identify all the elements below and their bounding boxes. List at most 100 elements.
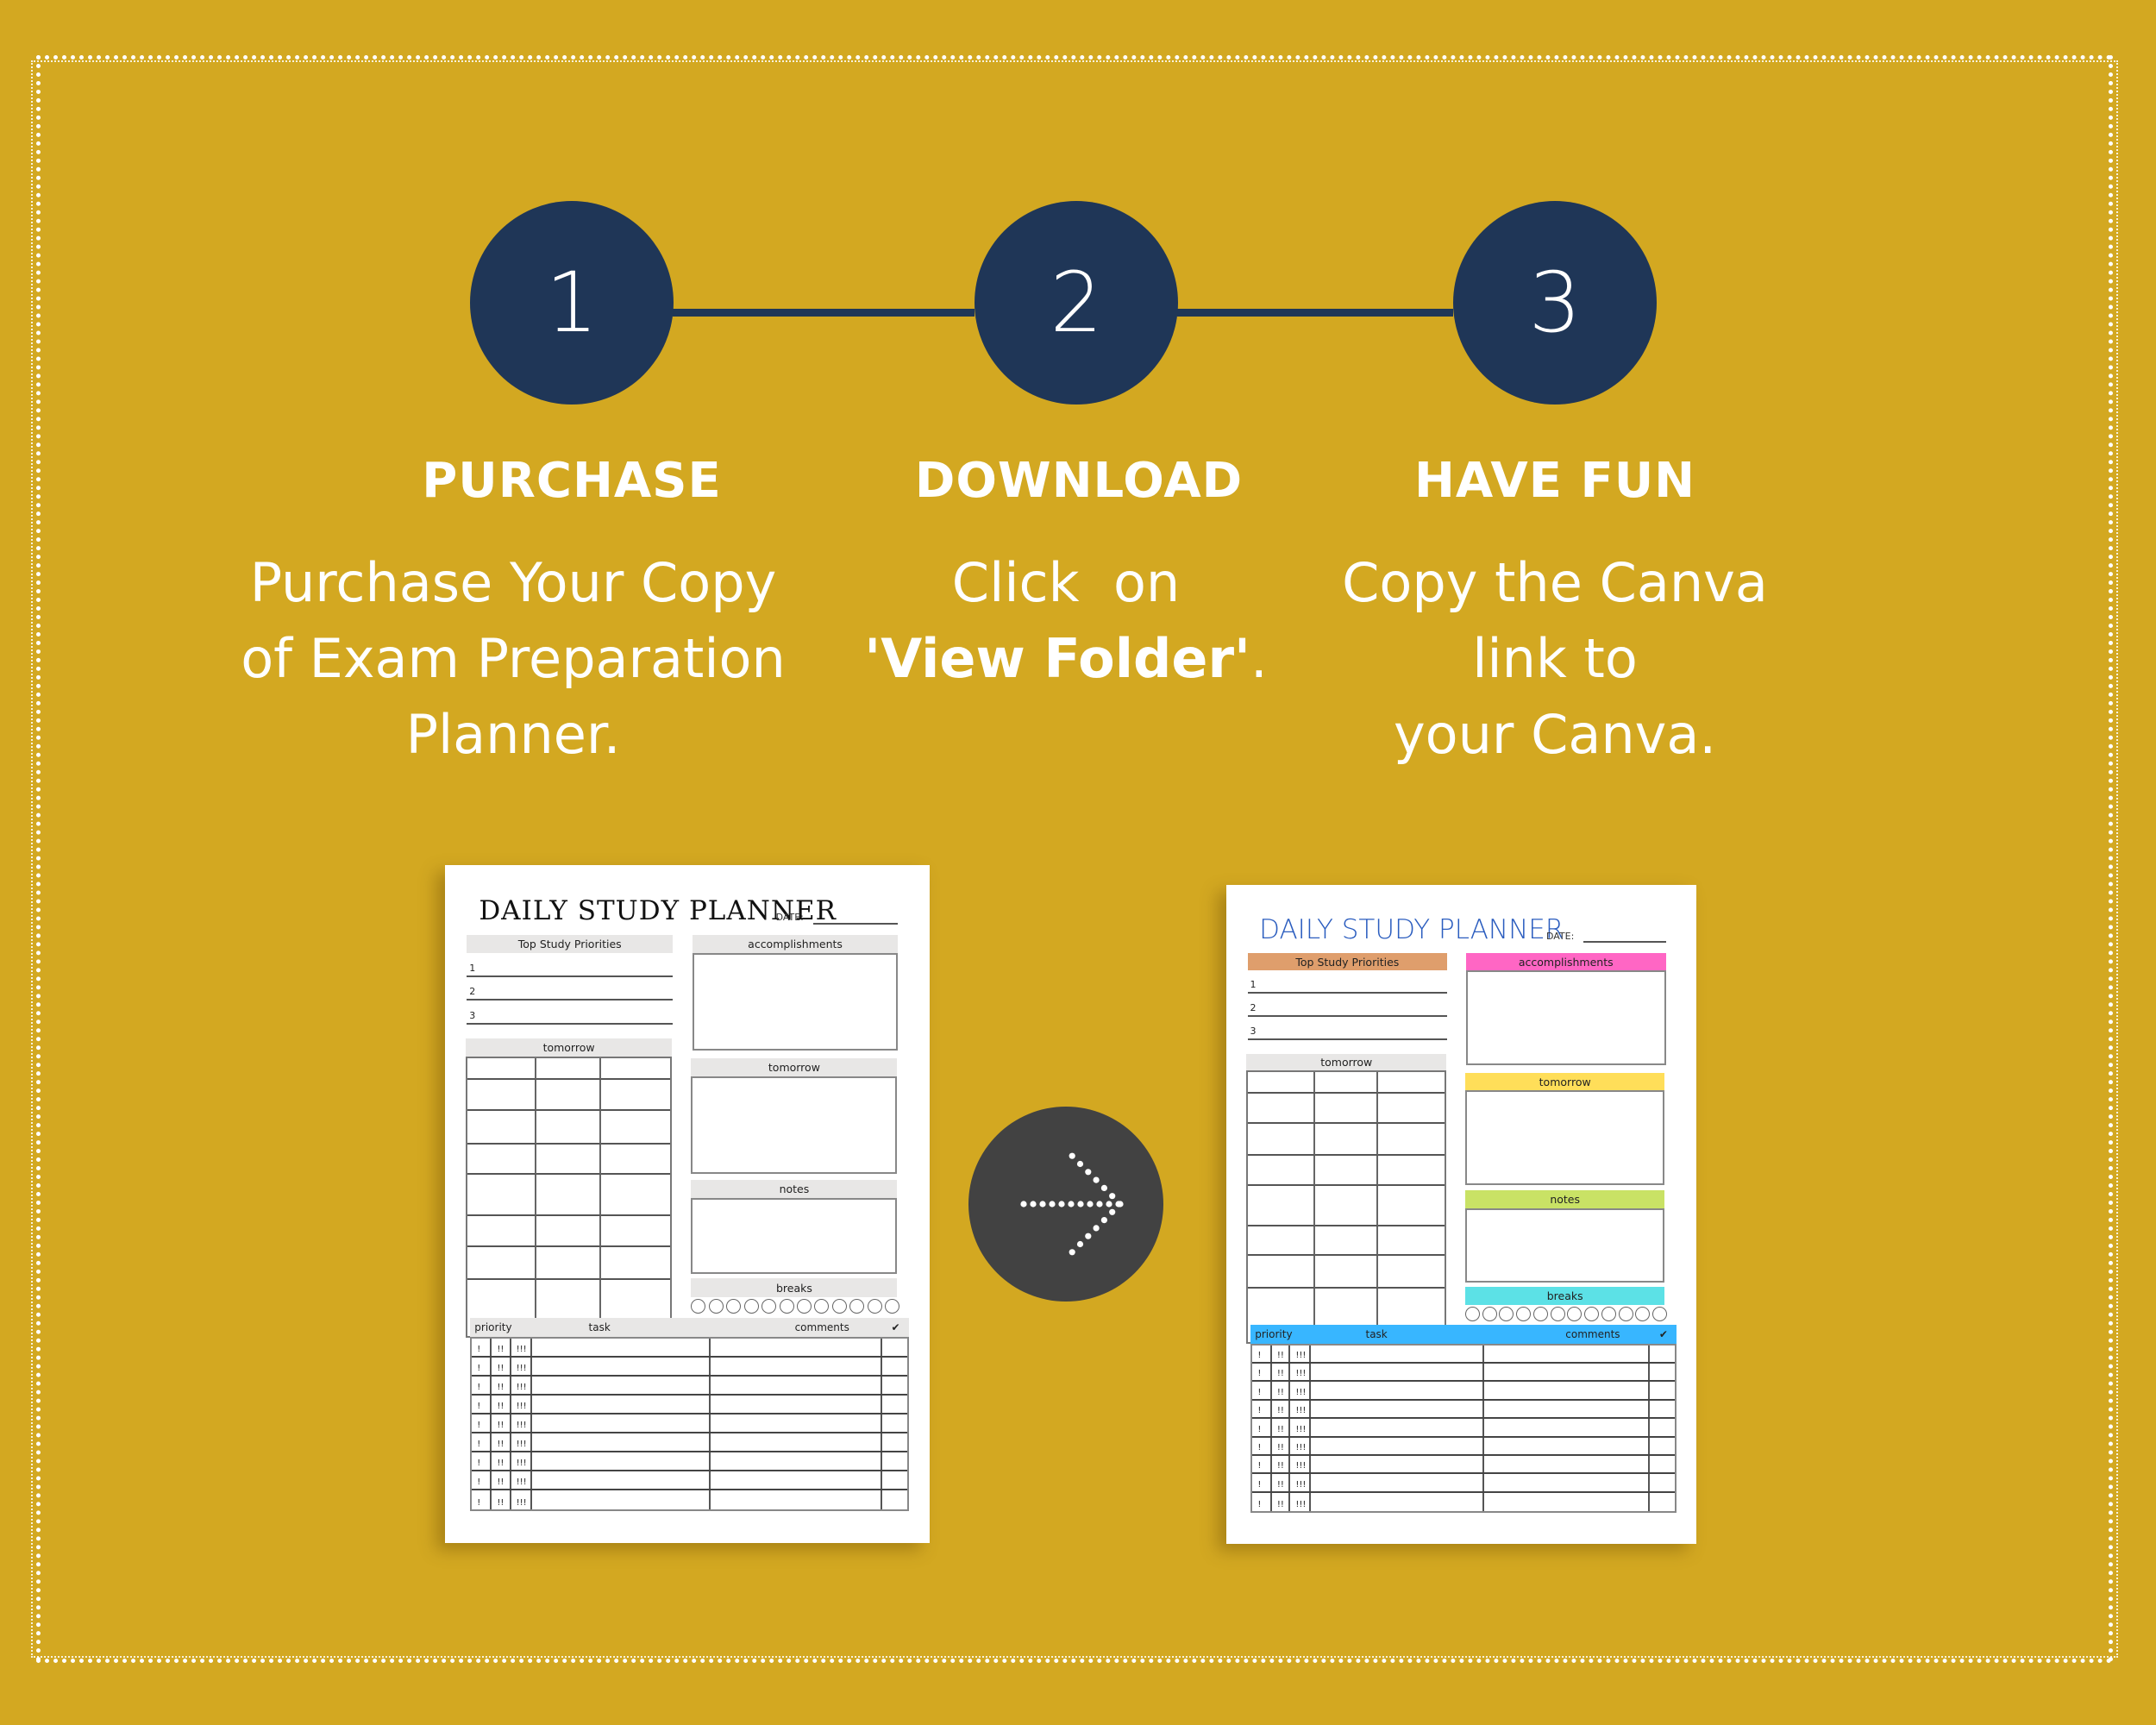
task-cell [1311, 1492, 1484, 1511]
task-row: !!!!!! [1252, 1492, 1674, 1511]
done-cell [1650, 1493, 1674, 1511]
task-column-header: task [1365, 1328, 1388, 1341]
step-2-title: DOWNLOAD [914, 453, 1244, 509]
arrow-dot [1093, 1225, 1100, 1232]
priority-mark: !!! [511, 1377, 533, 1395]
schedule-cell [601, 1058, 670, 1081]
task-cell [1311, 1364, 1484, 1381]
comments-cell [1484, 1474, 1651, 1491]
planner-title: DAILY STUDY PLANNER [1259, 913, 1564, 945]
step-1-circle: 1 [470, 201, 674, 405]
task-table: priority task comments ✔!!!!!!!!!!!!!!!!!!!… [1250, 1325, 1677, 1514]
arrow-dot [1117, 1201, 1124, 1208]
priority-mark: ! [1252, 1382, 1272, 1399]
notes-box [1464, 1208, 1665, 1283]
done-cell [882, 1339, 907, 1356]
priority-mark: ! [1252, 1364, 1272, 1381]
task-column-header: task [588, 1321, 611, 1334]
comments-cell [1484, 1345, 1651, 1363]
done-cell [882, 1490, 907, 1509]
notes-header: notes [691, 1179, 898, 1198]
priority-mark: ! [472, 1396, 492, 1414]
task-cell [532, 1471, 711, 1490]
step-3-line-1: Copy the Canva [1342, 551, 1768, 614]
schedule-cell [467, 1110, 536, 1145]
comments-cell [711, 1471, 882, 1490]
priority-mark: ! [472, 1433, 492, 1452]
break-circle [1482, 1306, 1497, 1321]
arrow-dot [1039, 1201, 1046, 1208]
arrow-circle [968, 1107, 1163, 1302]
accomplishments-header: accomplishments [692, 934, 899, 954]
priority-mark: ! [472, 1471, 492, 1490]
done-cell [882, 1433, 907, 1451]
priority-mark: !!! [1290, 1345, 1312, 1363]
schedule-cell [1248, 1256, 1315, 1289]
break-circle [814, 1299, 830, 1314]
arrow-dot [1076, 1160, 1084, 1168]
step-3-title: HAVE FUN [1413, 453, 1696, 509]
priority-mark: !! [492, 1490, 511, 1510]
break-circle [885, 1299, 900, 1314]
done-cell [1650, 1419, 1674, 1435]
comments-cell [711, 1433, 882, 1452]
schedule-cell [536, 1110, 602, 1145]
tomorrow-header: tomorrow [691, 1058, 898, 1077]
priority-mark: !!! [1290, 1364, 1312, 1381]
task-cell [1311, 1437, 1484, 1454]
priority-mark: ! [472, 1377, 492, 1395]
arrow-dot [1049, 1201, 1056, 1208]
schedule-cell [1248, 1094, 1315, 1124]
priority-mark: ! [1252, 1474, 1272, 1491]
step-3-description: Copy the Canva link to your Canva. [1253, 545, 1857, 773]
step-1-description: Purchase Your Copy of Exam Preparation P… [211, 545, 815, 773]
break-circle [1618, 1306, 1633, 1321]
break-circle [779, 1299, 794, 1314]
break-circle [1464, 1306, 1480, 1321]
schedule-cell [1377, 1072, 1445, 1095]
task-row: !!!!!! [472, 1433, 907, 1453]
arrow-dot [1069, 1249, 1075, 1256]
task-cell [532, 1396, 711, 1414]
accomplishments-box [692, 953, 899, 1051]
task-row: !!!!!! [1252, 1437, 1675, 1456]
schedule-cell [1248, 1156, 1315, 1186]
arrow-dot [1093, 1176, 1100, 1183]
schedule-cell [1314, 1226, 1378, 1257]
breaks-circles [691, 1299, 900, 1315]
arrow-dot [1030, 1201, 1037, 1208]
done-cell [1650, 1364, 1674, 1380]
schedule-cell [1377, 1186, 1445, 1226]
priority-mark: !!! [1290, 1419, 1312, 1436]
schedule-cell [1377, 1256, 1445, 1289]
done-cell [1650, 1346, 1674, 1362]
task-cell [1311, 1455, 1484, 1473]
priority-mark: ! [1252, 1437, 1272, 1454]
priority-mark: ! [1252, 1345, 1272, 1363]
priority-mark: !! [492, 1471, 511, 1490]
step-1-line-2: of Exam Preparation [241, 627, 786, 690]
arrow-dot [1068, 1201, 1075, 1208]
schedule-grid [1246, 1070, 1447, 1345]
comments-cell [1484, 1455, 1651, 1473]
arrow-dot [1096, 1201, 1103, 1208]
view-folder-text: 'View Folder' [864, 627, 1250, 690]
task-row: !!!!!! [1252, 1455, 1675, 1475]
task-cell [1311, 1345, 1484, 1363]
priority-mark: !! [492, 1433, 511, 1452]
break-circle [1635, 1306, 1651, 1321]
schedule-cell [601, 1175, 670, 1217]
accomplishments-header: accomplishments [1465, 952, 1666, 971]
accomplishments-box [1465, 970, 1666, 1065]
break-circle [867, 1299, 882, 1314]
priority-mark: !!! [511, 1358, 533, 1376]
comments-column-header: comments [794, 1321, 849, 1334]
step-connector-2-3 [1177, 309, 1453, 317]
priority-mark: ! [1252, 1492, 1272, 1511]
priority-mark: ! [472, 1358, 492, 1376]
task-cell [532, 1358, 711, 1376]
step-1-line-1: Purchase Your Copy [249, 551, 777, 614]
task-table-header: priority task comments ✔ [1250, 1325, 1677, 1344]
breaks-header: breaks [1464, 1287, 1665, 1305]
priority-mark: !! [1272, 1492, 1291, 1511]
